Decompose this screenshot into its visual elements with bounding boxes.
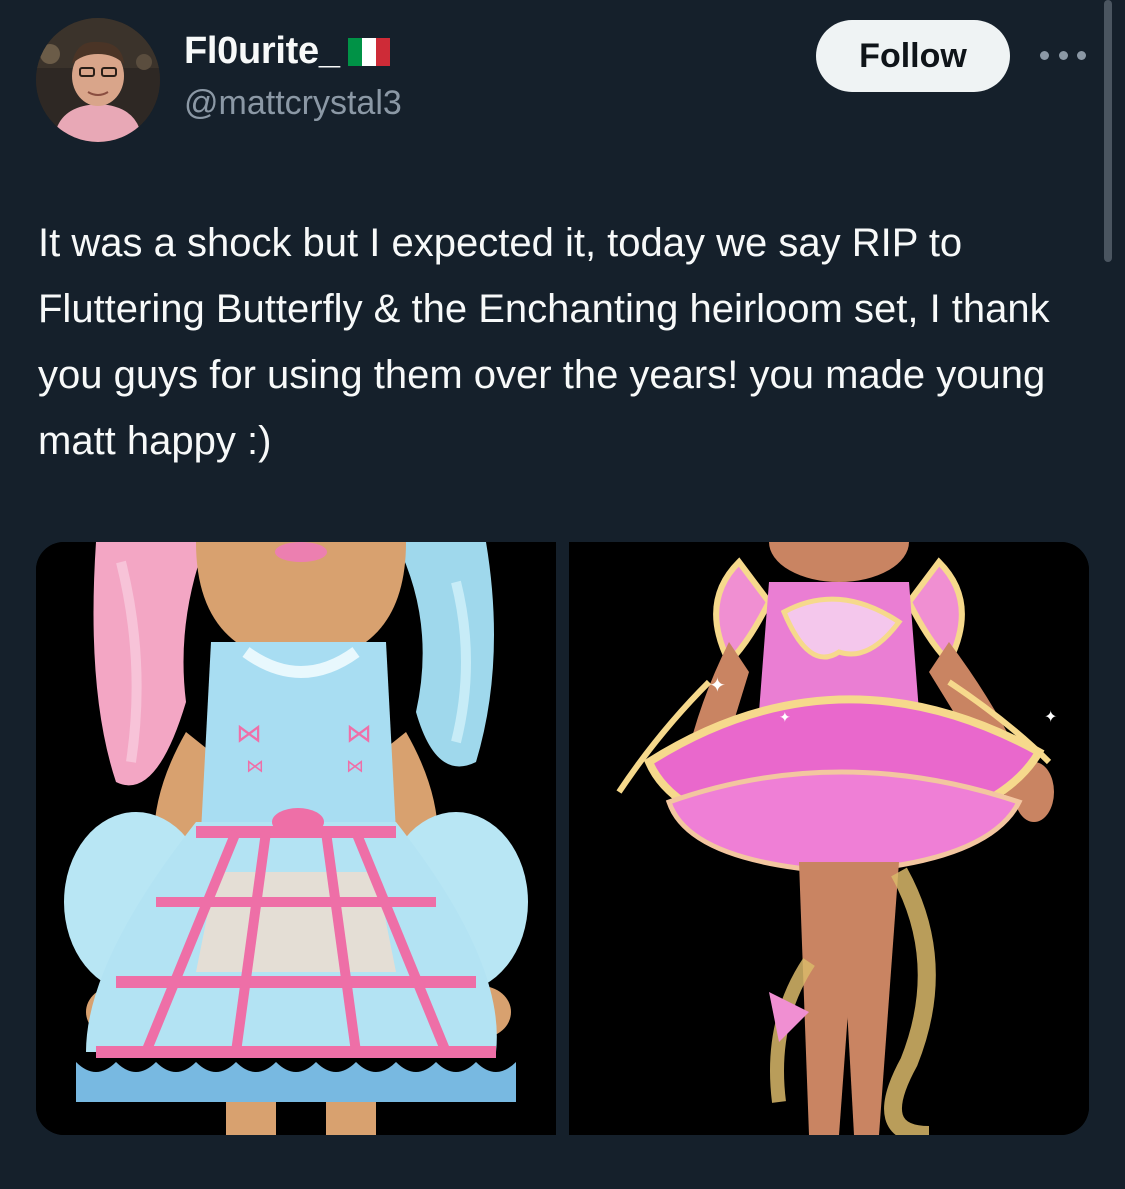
more-dot — [1077, 50, 1086, 60]
scrollbar-thumb[interactable] — [1104, 0, 1112, 262]
blue-dress-illustration: ⋈ ⋈ ⋈ ⋈ — [36, 542, 556, 1135]
svg-text:✦: ✦ — [779, 710, 791, 726]
display-name-text: Fl0urite_ — [184, 30, 340, 72]
media-grid[interactable]: ⋈ ⋈ ⋈ ⋈ ✦ ✦ ✦ — [36, 542, 1089, 1135]
flag-stripe-white — [361, 37, 376, 66]
more-horizontal-icon[interactable] — [1040, 44, 1086, 66]
author-display-name[interactable]: Fl0urite_ — [184, 30, 390, 73]
media-photo-blue-dress[interactable]: ⋈ ⋈ ⋈ ⋈ — [36, 542, 556, 1135]
svg-text:⋈: ⋈ — [346, 756, 364, 777]
avatar-photo — [36, 18, 160, 142]
flag-stripe-red — [375, 37, 390, 66]
svg-text:⋈: ⋈ — [236, 719, 262, 749]
svg-text:⋈: ⋈ — [346, 719, 372, 749]
tweet-text: It was a shock but I expected it, today … — [38, 221, 1050, 463]
more-dot — [1058, 50, 1068, 60]
media-photo-butterfly-dress[interactable]: ✦ ✦ ✦ — [569, 542, 1089, 1135]
italy-flag-icon — [347, 37, 390, 66]
flag-stripe-green — [347, 37, 362, 66]
butterfly-dress-illustration: ✦ ✦ ✦ — [569, 542, 1089, 1135]
follow-button[interactable]: Follow — [816, 20, 1010, 92]
svg-text:✦: ✦ — [709, 673, 726, 697]
svg-text:✦: ✦ — [1044, 707, 1057, 726]
svg-text:⋈: ⋈ — [246, 756, 264, 777]
author-handle[interactable]: @mattcrystal3 — [184, 84, 402, 123]
author-avatar[interactable] — [36, 18, 160, 142]
more-dot — [1040, 50, 1049, 60]
